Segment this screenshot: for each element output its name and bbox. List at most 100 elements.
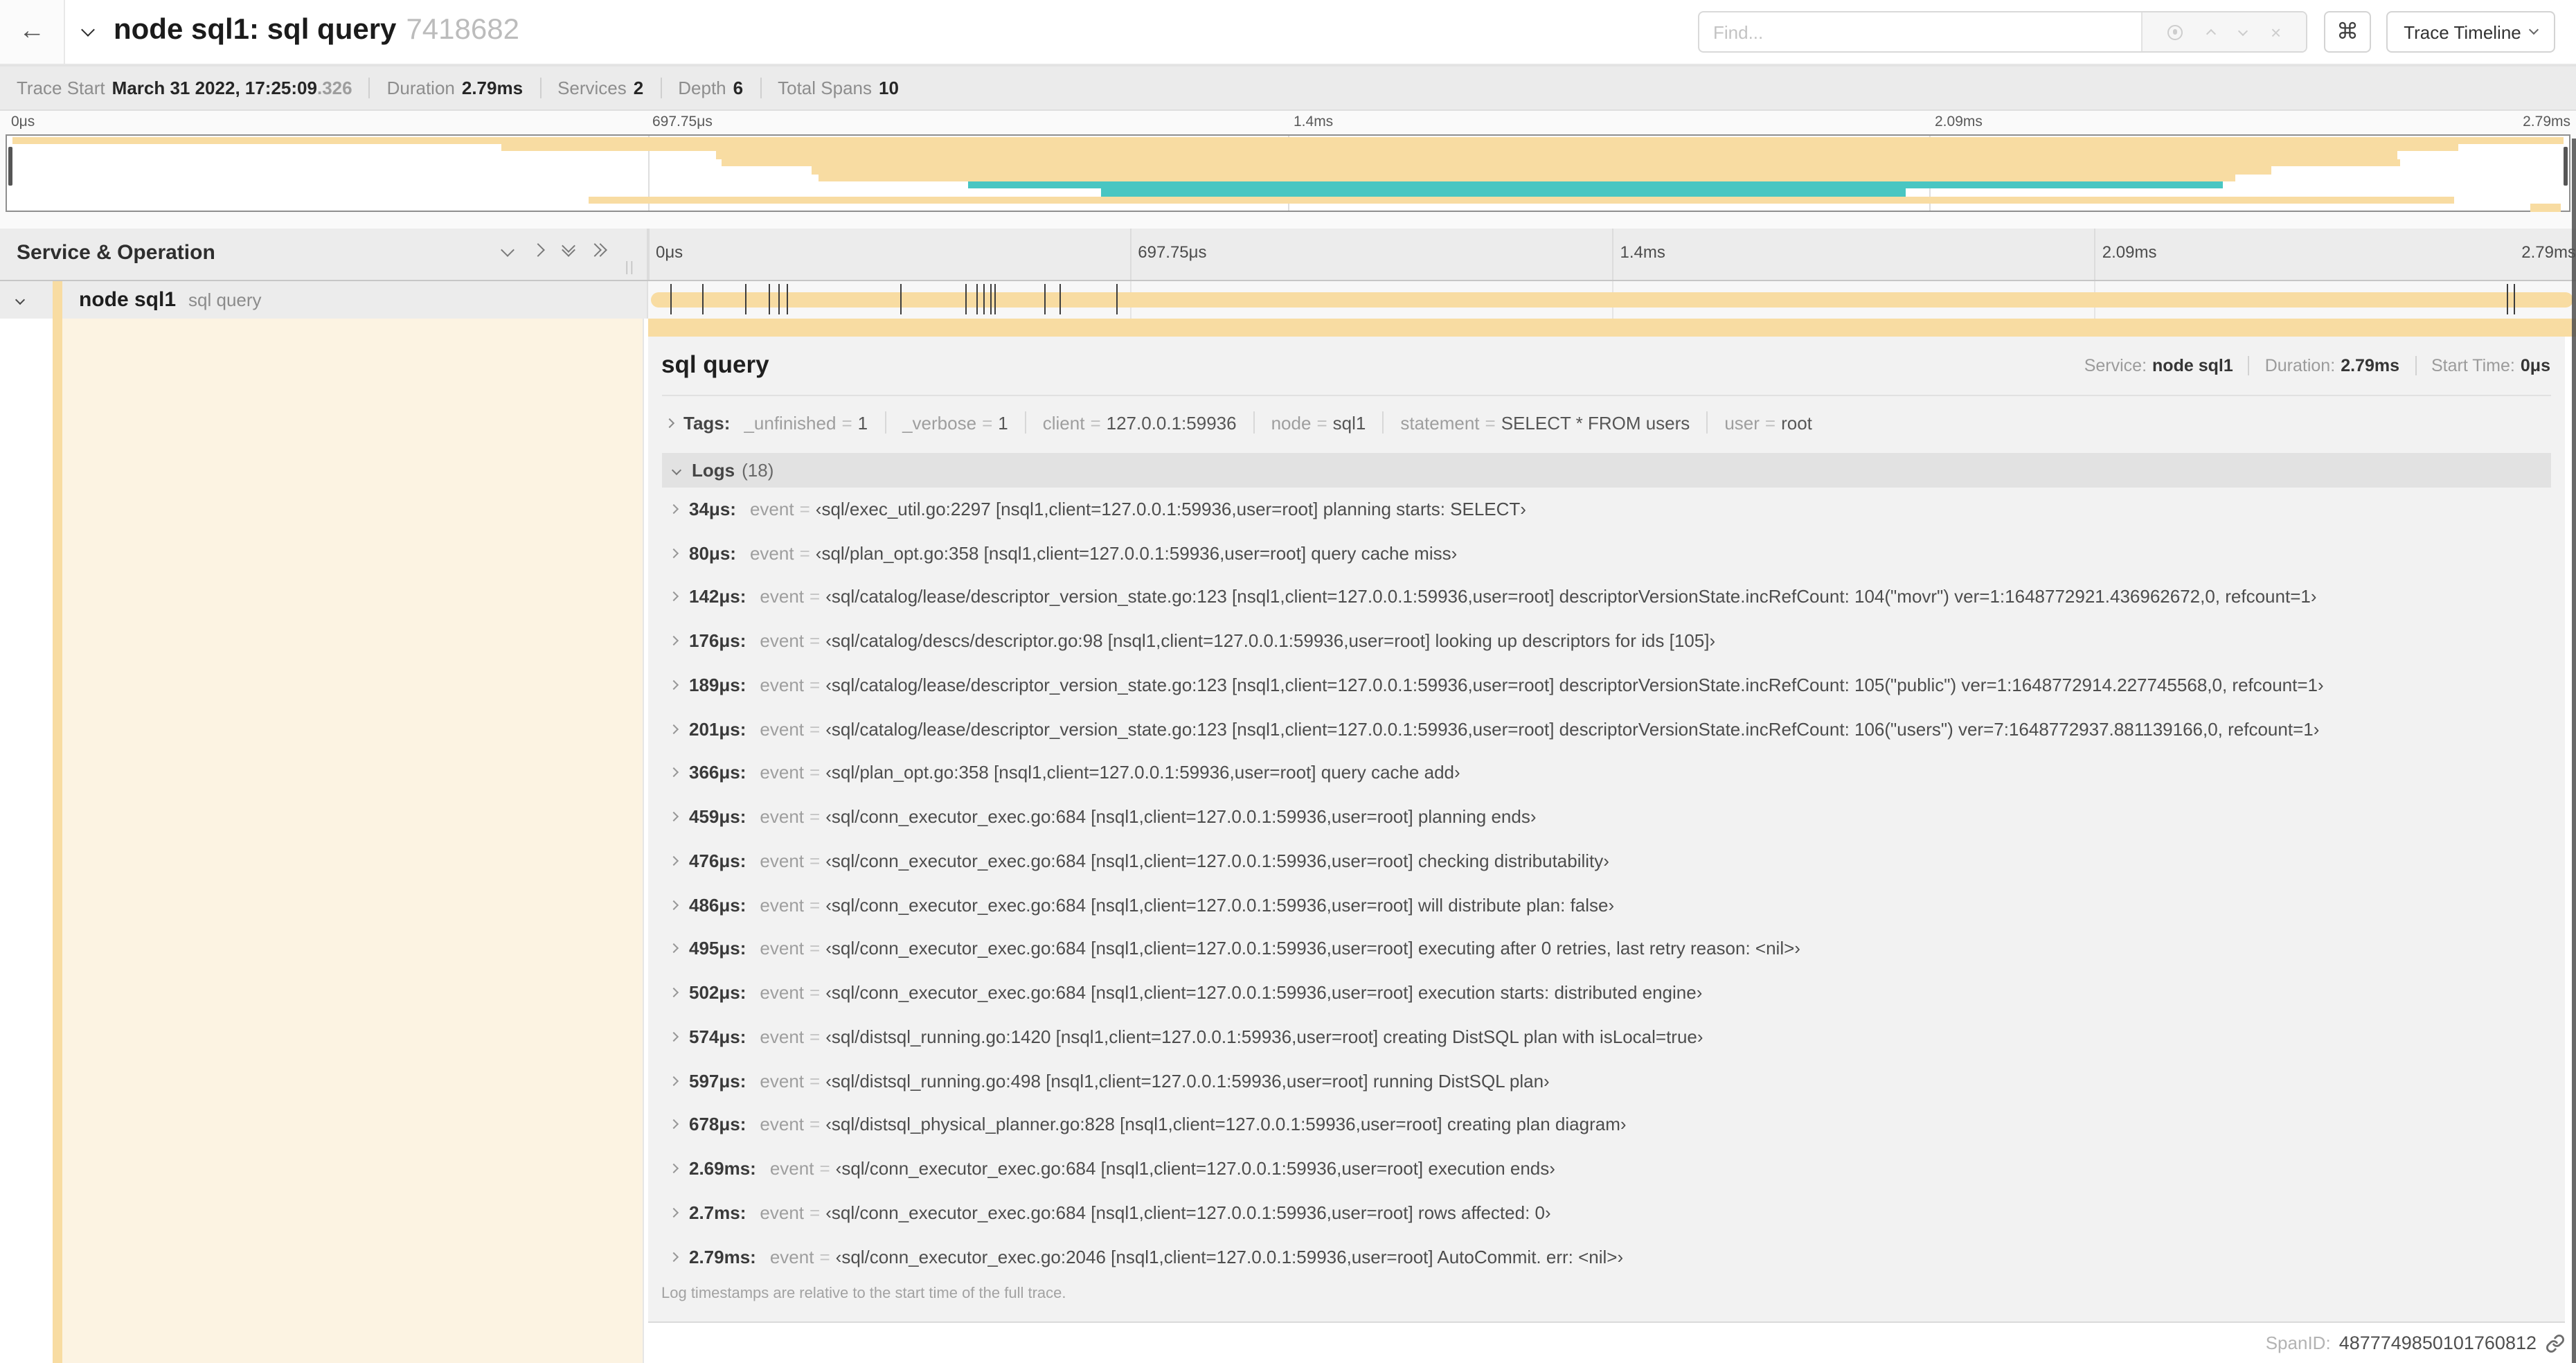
log-field-value: ‹sql/catalog/descs/descriptor.go:98 [nsq…	[825, 630, 1716, 652]
log-row[interactable]: 366μs: event = ‹sql/plan_opt.go:358 [nsql1,…	[661, 751, 2550, 795]
log-row-chevron-icon	[668, 591, 679, 602]
log-row[interactable]: 2.7ms: event = ‹sql/conn_executor_exec.go:6…	[661, 1191, 2550, 1235]
tag-key: _verbose	[902, 412, 977, 433]
logs-toggle-header[interactable]: Logs (18)	[661, 452, 2550, 487]
log-field-equals: =	[810, 1070, 821, 1092]
log-field-equals: =	[810, 1202, 821, 1223]
tags-toggle-row[interactable]: Tags: _unfinished = 1 _verbose = 1 client = 127.…	[661, 404, 2550, 441]
log-row[interactable]: 2.69ms: event = ‹sql/conn_executor_exec.go:…	[661, 1147, 2550, 1191]
log-row[interactable]: 574μs: event = ‹sql/distsql_running.go:1420…	[661, 1015, 2550, 1059]
keyboard-shortcuts-button[interactable]: ⌘	[2324, 11, 2371, 53]
tag-key: client	[1042, 412, 1085, 433]
minimap-span-bar	[588, 196, 2454, 204]
log-row[interactable]: 34μs: event = ‹sql/exec_util.go:2297 [nsql1…	[661, 487, 2550, 531]
minimap-span-bar	[819, 174, 2236, 181]
span-row[interactable]: node sql1 sql query	[0, 280, 2576, 319]
trace-stats-bar: Trace Start March 31 2022, 17:25:09.326 Du…	[0, 65, 2576, 111]
span-row-left[interactable]: node sql1 sql query	[0, 280, 647, 319]
copy-link-icon[interactable]	[2545, 1333, 2564, 1353]
log-row[interactable]: 495μs: event = ‹sql/conn_executor_exec.go:6…	[661, 927, 2550, 971]
log-field-equals: =	[819, 1158, 830, 1179]
log-row-chevron-icon	[668, 548, 679, 558]
span-id-row: SpanID: 4877749850101760812	[647, 1323, 2564, 1363]
log-event-tick	[1116, 284, 1118, 315]
collapse-trace-chevron-icon[interactable]	[81, 23, 95, 37]
minimap-canvas[interactable]	[6, 134, 2570, 212]
log-row[interactable]: 597μs: event = ‹sql/distsql_running.go:498 …	[661, 1059, 2550, 1103]
log-field-key: event	[760, 674, 805, 695]
expand-one-icon[interactable]	[530, 243, 544, 257]
detail-row-span-bar	[647, 319, 2576, 336]
stat-value-suffix: .326	[316, 78, 352, 98]
log-row[interactable]: 476μs: event = ‹sql/conn_executor_exec.go:6…	[661, 839, 2550, 883]
trace-minimap: 0μs 697.75μs 1.4ms 2.09ms 2.79ms	[0, 111, 2576, 229]
log-row[interactable]: 142μs: event = ‹sql/catalog/lease/descripto…	[661, 575, 2550, 619]
stat-label: Services	[557, 78, 627, 98]
log-field-value: ‹sql/conn_executor_exec.go:2046 [nsql1,c…	[835, 1246, 1624, 1267]
minimap-right-drag-handle[interactable]	[2564, 147, 2568, 186]
log-row-chevron-icon	[668, 1164, 679, 1174]
collapse-all-icon[interactable]	[561, 238, 575, 257]
tag-item: client = 127.0.0.1:59936	[1043, 412, 1237, 433]
back-arrow-icon: ←	[19, 17, 45, 46]
log-row-chevron-icon	[668, 504, 679, 514]
stat-item: Depth 6	[678, 78, 743, 98]
tag-equals: =	[982, 412, 993, 433]
log-row[interactable]: 201μs: event = ‹sql/catalog/lease/descripto…	[661, 707, 2550, 751]
span-row-timeline[interactable]	[647, 280, 2576, 319]
log-field-value: ‹sql/distsql_running.go:498 [nsql1,clien…	[825, 1070, 1550, 1092]
view-selector-button[interactable]: Trace Timeline	[2386, 11, 2555, 53]
log-field-value: ‹sql/plan_opt.go:358 [nsql1,client=127.0…	[825, 762, 1460, 783]
tag-separator	[1024, 411, 1026, 434]
prev-match-icon[interactable]	[2206, 28, 2216, 39]
log-row[interactable]: 678μs: event = ‹sql/distsql_physical_planne…	[661, 1103, 2550, 1147]
log-field-key: event	[760, 1202, 805, 1223]
log-field-key: event	[760, 850, 805, 871]
log-row[interactable]: 459μs: event = ‹sql/conn_executor_exec.go:6…	[661, 795, 2550, 839]
meta-label: Duration:	[2264, 355, 2336, 375]
log-row-chevron-icon	[668, 679, 679, 690]
log-row[interactable]: 486μs: event = ‹sql/conn_executor_exec.go:6…	[661, 883, 2550, 927]
logs-label: Logs	[692, 459, 735, 480]
stat-separator	[368, 78, 370, 98]
tag-item: node = sql1	[1271, 412, 1366, 433]
log-field-key: event	[760, 806, 805, 828]
log-row-chevron-icon	[668, 767, 679, 778]
span-detail-row: sql query Service: node sql1 Duration: 2.79…	[0, 319, 2576, 1363]
tag-key: _unfinished	[744, 412, 837, 433]
log-timestamp: 2.7ms:	[689, 1202, 746, 1223]
collapse-one-icon[interactable]	[500, 243, 514, 257]
log-row[interactable]: 176μs: event = ‹sql/catalog/descs/descripto…	[661, 619, 2550, 663]
minimap-left-drag-handle[interactable]	[8, 147, 12, 186]
span-duration-bar[interactable]	[650, 292, 2573, 308]
span-collapse-chevron-icon[interactable]	[15, 294, 26, 305]
expand-all-icon[interactable]	[587, 243, 607, 257]
focus-match-icon[interactable]	[2167, 24, 2183, 39]
meta-value: 2.79ms	[2341, 355, 2399, 375]
log-row[interactable]: 80μs: event = ‹sql/plan_opt.go:358 [nsql1,c…	[661, 531, 2550, 576]
log-row[interactable]: 502μs: event = ‹sql/conn_executor_exec.go:6…	[661, 971, 2550, 1015]
window-scrollbar[interactable]	[2571, 139, 2576, 1363]
stat-value: March 31 2022, 17:25:09	[111, 78, 317, 98]
log-timestamp: 189μs:	[689, 674, 746, 695]
log-field-value: ‹sql/conn_executor_exec.go:684 [nsql1,cl…	[825, 806, 1537, 828]
log-field-equals: =	[810, 762, 821, 783]
column-resize-grip[interactable]: ||	[625, 260, 635, 275]
find-input[interactable]	[1699, 12, 2141, 51]
ruler-tick-label: 697.75μs	[652, 114, 713, 130]
clear-search-icon[interactable]: ×	[2271, 23, 2281, 41]
log-field-value: ‹sql/conn_executor_exec.go:684 [nsql1,cl…	[825, 982, 1703, 1004]
next-match-icon[interactable]	[2237, 25, 2248, 36]
ruler-tick-label: 0μs	[656, 242, 683, 262]
log-row[interactable]: 189μs: event = ‹sql/catalog/lease/descripto…	[661, 663, 2550, 707]
back-button[interactable]: ←	[0, 0, 65, 64]
log-field-key: event	[760, 1026, 805, 1047]
tag-value: 1	[857, 412, 868, 433]
log-event-tick	[786, 284, 788, 315]
stat-separator	[539, 78, 542, 98]
stat-value: 10	[879, 78, 899, 98]
timeline-ruler: 0μs 697.75μs 1.4ms 2.09ms 2.79ms	[647, 229, 2576, 279]
log-row[interactable]: 2.79ms: event = ‹sql/conn_executor_exec.go:…	[661, 1235, 2550, 1279]
log-timestamp: 366μs:	[689, 762, 746, 783]
log-timestamp: 142μs:	[689, 586, 746, 607]
